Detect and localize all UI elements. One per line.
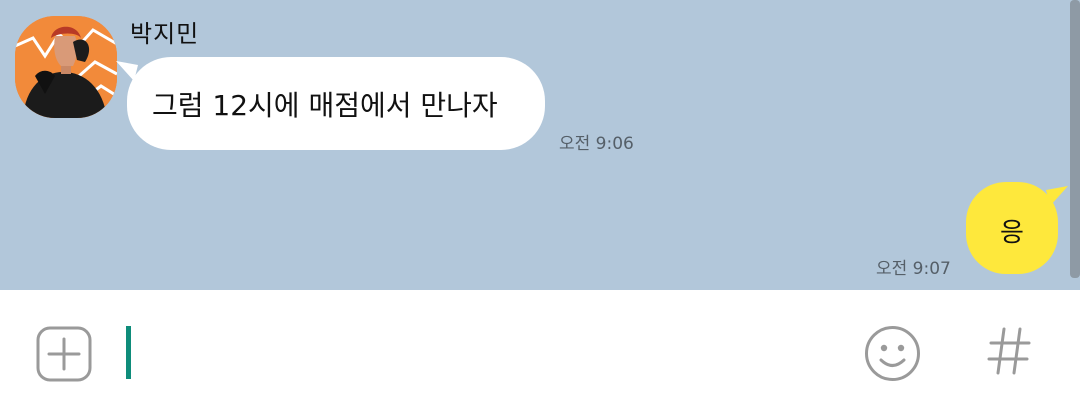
bubble-tail (1046, 186, 1068, 206)
bubble-tail (116, 61, 138, 81)
scrollbar[interactable] (1070, 0, 1080, 278)
emoji-button[interactable] (864, 325, 921, 382)
outgoing-message-time: 오전 9:07 (876, 259, 951, 279)
message-composer (0, 290, 1080, 416)
incoming-message-bubble[interactable]: 그럼 12시에 매점에서 만나자 (116, 57, 545, 150)
message-input[interactable] (122, 320, 834, 388)
incoming-message-text: 그럼 12시에 매점에서 만나자 (152, 89, 498, 122)
hashtag-icon (987, 327, 1031, 375)
outgoing-message-bubble[interactable]: 응 (966, 182, 1068, 274)
attach-button[interactable] (36, 326, 92, 382)
hashtag-button[interactable] (987, 326, 1031, 376)
incoming-message-time: 오전 9:06 (559, 134, 634, 154)
chat-area: 박지민 그럼 12시에 매점에서 만나자 오전 9:06 응 오전 9:07 (0, 0, 1080, 290)
plus-square-icon (36, 326, 92, 382)
avatar-photo (15, 16, 117, 118)
smiley-icon (865, 326, 920, 381)
sender-name: 박지민 (130, 20, 200, 48)
outgoing-message-text: 응 (1000, 218, 1024, 248)
avatar[interactable] (15, 16, 117, 118)
text-cursor (126, 326, 131, 379)
